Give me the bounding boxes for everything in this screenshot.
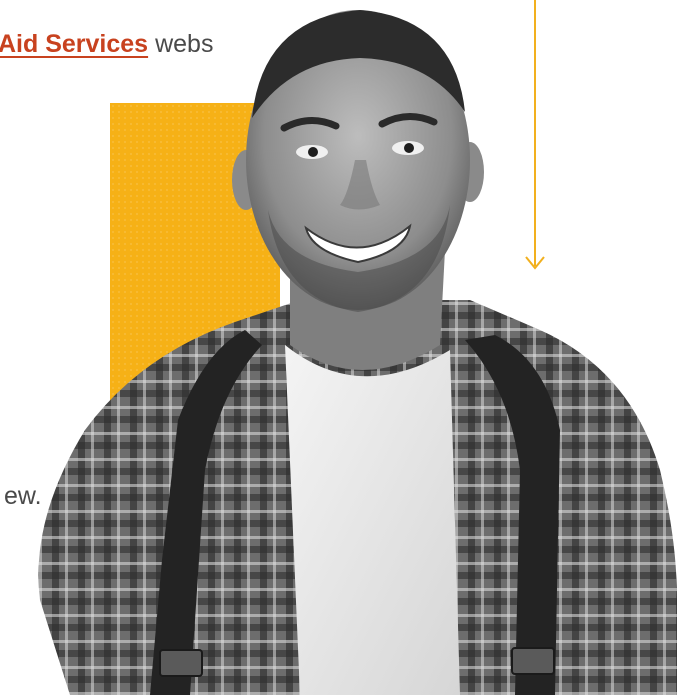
student-photo <box>38 10 677 695</box>
white-tshirt <box>285 345 460 695</box>
